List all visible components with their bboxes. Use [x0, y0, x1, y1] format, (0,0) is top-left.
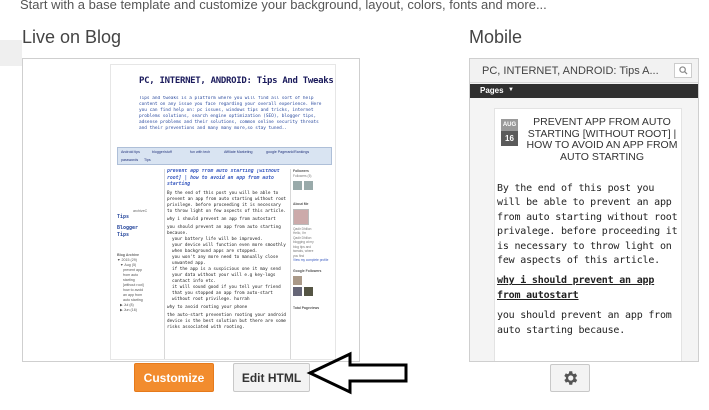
mobile-post-body: By the end of this post you will be able… [497, 182, 681, 344]
left-link: Tips [117, 232, 130, 238]
blog-title: PC, INTERNET, ANDROID: Tips And Tweaks [139, 76, 334, 86]
arrow-left-icon [306, 351, 408, 395]
mobile-paragraph: By the end of this post you will be able… [497, 183, 678, 267]
mobile-preview[interactable]: PC, INTERNET, ANDROID: Tips A... Pages ▼… [469, 58, 699, 362]
chevron-down-icon: ▼ [508, 87, 514, 93]
date-month: AUG [501, 119, 518, 131]
left-edge-tab [0, 40, 22, 66]
mobile-header-title: PC, INTERNET, ANDROID: Tips A... [482, 65, 659, 77]
left-link: Blogger [117, 225, 139, 231]
archive-item: ▶ Jun (16) [120, 308, 137, 312]
date-day: 16 [501, 131, 518, 146]
mobile-post: AUG 16 PREVENT APP FROM AUTO STARTING [W… [494, 108, 682, 361]
customize-button[interactable]: Customize [134, 363, 214, 392]
profile-photo [293, 208, 309, 225]
blog-right-column: Followers Followers (5) About Me Qadir D… [293, 169, 333, 359]
sidebar-heading: Total Pageviews [293, 305, 320, 310]
nav-item: Affiliate Marketing [224, 150, 253, 154]
date-badge: AUG 16 [501, 119, 518, 149]
list-item: if the app is a suspicious one it may se… [172, 267, 287, 285]
nav-item: google Pagerank/Rankings [266, 150, 310, 154]
mobile-paragraph: you should prevent an app from auto star… [497, 310, 672, 336]
post-body: you should prevent an app from auto star… [167, 224, 281, 236]
list-item: it will sound good if you tell your frie… [172, 285, 287, 303]
live-on-blog-title: Live on Blog [22, 27, 122, 47]
mobile-pages-bar[interactable]: Pages ▼ [470, 84, 698, 98]
avatar [293, 286, 302, 296]
sidebar-heading: Google Followers [293, 268, 322, 273]
mobile-header: PC, INTERNET, ANDROID: Tips A... [470, 59, 698, 83]
column-divider [164, 169, 165, 359]
avatar [293, 180, 302, 190]
sidebar-link: View my complete profile [293, 258, 329, 262]
column-divider [290, 169, 291, 359]
nav-item: blogger/stuff [152, 150, 172, 154]
post-body: By the end of this post you will be able… [167, 190, 286, 214]
mobile-title: Mobile [469, 27, 523, 47]
edit-html-button[interactable]: Edit HTML [233, 363, 310, 392]
list-item: your device will function even more smoo… [172, 243, 287, 255]
post-title: prevent app from auto starting [without … [167, 169, 280, 187]
follower-avatars [293, 180, 333, 190]
google-follower-avatars [293, 286, 333, 296]
intro-text: Start with a base template and customize… [20, 0, 547, 12]
list-item: you won't any more need to manually clos… [172, 255, 287, 267]
blog-nav-bar: Android tips blogger/stuff fun with tech… [117, 147, 332, 165]
search-icon [678, 66, 688, 75]
post-link: why i should prevent an app from autosta… [167, 216, 276, 222]
blog-left-column: archiveC Tips Blogger Tips Blog Archive … [117, 169, 162, 359]
gear-icon [564, 371, 578, 385]
avatar [293, 275, 302, 285]
mobile-post-title: PREVENT APP FROM AUTO STARTING [WITHOUT … [526, 116, 678, 163]
mobile-settings-button[interactable] [550, 364, 590, 392]
nav-item: Tips [144, 158, 151, 162]
nav-item: Android tips [121, 150, 140, 154]
google-follower-avatars [293, 275, 333, 285]
nav-item: fun with tech [190, 150, 211, 154]
desktop-preview[interactable]: PC, INTERNET, ANDROID: Tips And Tweaks T… [22, 58, 360, 362]
avatar [304, 286, 313, 296]
avatar [304, 180, 313, 190]
blog-description: Tips and tweaks is a platform where you … [139, 96, 322, 131]
mobile-post-link[interactable]: why i should prevent an app from autosta… [497, 274, 681, 303]
pages-dropdown-label[interactable]: Pages [480, 86, 504, 95]
post-list: your battery life will be improved. your… [167, 237, 287, 303]
sidebar-heading: About Me [293, 201, 309, 206]
nav-item: passwords [121, 158, 139, 162]
sidebar-text: Followers (5) [293, 174, 312, 178]
left-link: Tips [117, 214, 130, 220]
mobile-search-button[interactable] [674, 63, 692, 78]
blog-main-column: prevent app from auto starting [without … [167, 169, 287, 359]
post-link: why to avoid rooting your phone [167, 304, 248, 310]
post-body: the auto-start prevention rooting your a… [167, 312, 286, 330]
blog-frame: PC, INTERNET, ANDROID: Tips And Tweaks T… [110, 64, 336, 360]
